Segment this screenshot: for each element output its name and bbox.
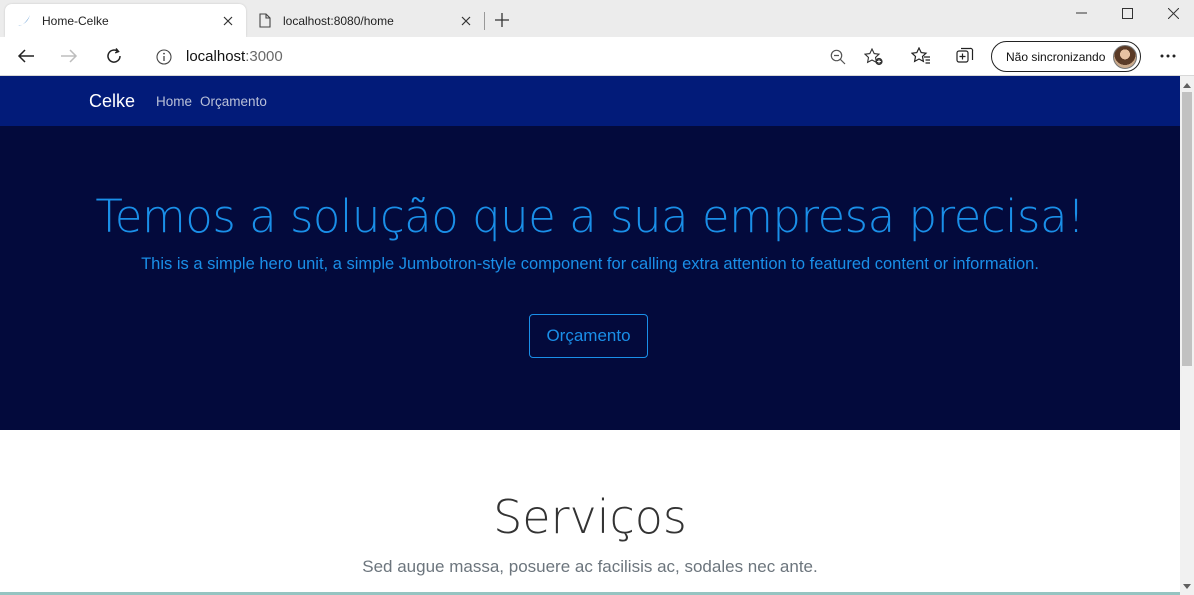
forward-button[interactable] [54,41,84,71]
browser-toolbar: localhost:3000 Não sincronizando [0,37,1194,76]
orcamento-button[interactable]: Orçamento [529,314,648,358]
hero-jumbotron: Temos a solução que a sua empresa precis… [0,126,1180,430]
page-scrollbar[interactable] [1180,76,1194,595]
address-bar[interactable]: localhost:3000 [142,40,894,73]
url-host: localhost [186,48,246,65]
avatar [1113,44,1137,69]
url-port: :3000 [245,48,283,65]
celke-favicon-icon [16,13,32,29]
close-window-button[interactable] [1150,0,1194,26]
site-navbar: Celke Home Orçamento [0,76,1180,126]
page-viewport: Celke Home Orçamento Temos a solução que… [0,76,1180,595]
close-tab-icon[interactable] [458,13,474,29]
tab-home-celke[interactable]: Home-Celke [5,4,246,37]
collections-icon[interactable] [950,41,980,71]
profile-status-label: Não sincronizando [1006,49,1106,64]
favorites-icon[interactable] [906,41,936,71]
page-icon [257,13,273,29]
back-button[interactable] [11,41,41,71]
scroll-up-arrow-icon[interactable] [1180,78,1194,92]
tab-localhost-8080[interactable]: localhost:8080/home [246,4,484,37]
info-icon[interactable] [155,48,173,66]
more-menu-icon[interactable] [1153,41,1183,71]
maximize-button[interactable] [1104,0,1150,26]
minimize-button[interactable] [1058,0,1104,26]
nav-link-orcamento[interactable]: Orçamento [200,94,267,109]
new-tab-button[interactable] [491,9,513,31]
close-tab-icon[interactable] [220,13,236,29]
nav-link-home[interactable]: Home [156,94,192,109]
navbar-brand[interactable]: Celke [89,91,135,112]
scrollbar-thumb[interactable] [1182,92,1192,366]
reload-button[interactable] [99,41,129,71]
services-lead: Sed augue massa, posuere ac facilisis ac… [362,557,818,576]
add-favorite-icon[interactable] [860,43,888,71]
zoom-out-icon[interactable] [824,43,852,71]
hero-title: Temos a solução que a sua empresa precis… [95,190,1085,243]
tab-title: localhost:8080/home [283,13,394,28]
profile-button[interactable]: Não sincronizando [991,41,1141,72]
scroll-down-arrow-icon[interactable] [1180,579,1194,593]
tab-title: Home-Celke [42,13,109,28]
url-text[interactable]: localhost:3000 [186,48,824,65]
hero-lead: This is a simple hero unit, a simple Jum… [141,255,1039,273]
tab-separator [484,12,485,30]
services-title: Serviços [493,490,687,544]
browser-tab-strip: Home-Celke localhost:8080/home [0,0,1194,37]
